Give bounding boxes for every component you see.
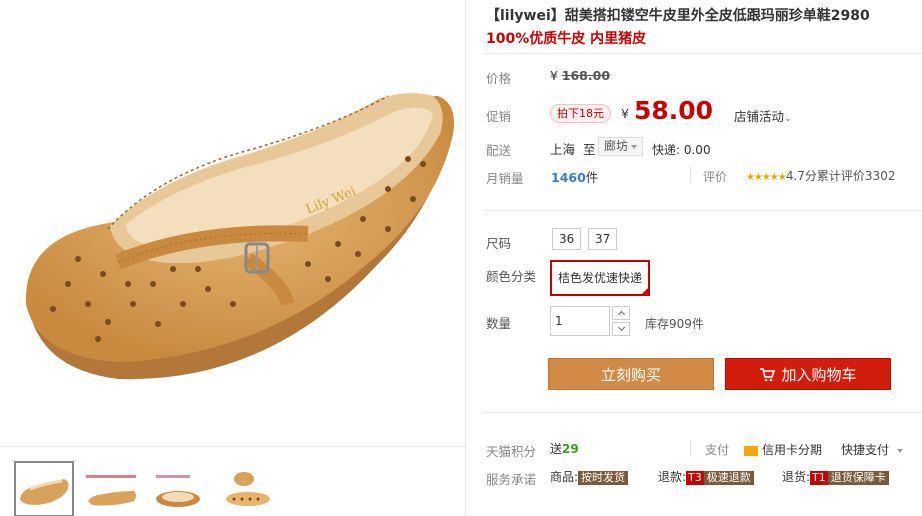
stepper-down-icon[interactable] [612,322,630,336]
divider [690,166,691,182]
divider [484,210,922,211]
thumbnail-1[interactable] [14,461,74,516]
current-price: 58.00 [634,96,714,125]
credit-installment[interactable]: 信用卡分期 [744,441,822,458]
refund-code: T3 [686,471,704,485]
divider [690,440,691,456]
goods-tag[interactable]: 按时发货 [578,471,629,485]
points-prefix: 送 [550,442,563,456]
monthly-sales-label: 月销量 [486,171,524,186]
size-label: 尺码 [486,236,512,251]
rating-label: 评价 [703,170,728,184]
currency-symbol: ¥ [550,68,558,83]
points-value: 29 [562,442,579,456]
color-option-selected[interactable]: 桔色发优速快递 [550,260,650,296]
refund-tag[interactable]: 极速退款 [703,471,754,485]
product-detail-panel: 【lilywei】甜美搭扣镂空牛皮里外全皮低跟玛丽珍单鞋2980 100%优质牛… [468,0,922,516]
express-fee: 快递: 0.00 [652,143,711,157]
divider [484,53,922,54]
check-corner-icon [640,286,650,296]
original-price-value: 168.00 [561,68,611,83]
rating-score: 4.7分 [785,169,817,183]
return-code: T1 [810,471,828,485]
product-main-image[interactable]: Lily Wei [8,4,464,444]
shipping-label: 配送 [486,143,512,158]
quantity-label: 数量 [486,316,512,331]
ship-from: 上海 至 [550,139,596,158]
return-tag[interactable]: 退货保障卡 [827,471,889,485]
color-option-label: 桔色发优速快递 [557,271,642,285]
chevron-down-icon [631,144,638,149]
service-return: 退货: T1 退货保障卡 [782,468,889,485]
stepper-up-icon[interactable] [612,306,630,320]
stock-count: 库存909件 [645,317,704,331]
credit-card-icon [744,445,758,456]
destination-selector[interactable]: 廊坊 [598,137,644,156]
monthly-sales: 1460件 [551,167,598,186]
goods-label: 商品: [550,470,579,484]
service-goods: 商品: 按时发货 [550,468,629,485]
points-reward: 送29 [550,440,579,457]
rating-stars-icon: ★★★★★ [746,172,787,183]
currency-symbol: ¥ [621,106,629,121]
price-label: 价格 [486,71,512,86]
quick-pay[interactable]: 快捷支付 [841,441,904,458]
payment-label: 支付 [705,443,730,457]
destination-city: 廊坊 [604,139,629,153]
size-option-37[interactable]: 37 [588,228,618,250]
store-activity-dropdown[interactable]: 店铺活动⌄ [734,106,792,125]
return-label: 退货: [782,470,811,484]
thumbnail-strip [0,446,466,516]
service-refund: 退款: T3 极速退款 [658,468,754,485]
points-label: 天猫积分 [486,444,537,459]
thumbnail-2[interactable] [84,461,144,516]
promo-badge: 拍下18元 [550,104,611,123]
divider [484,412,922,413]
original-price: ¥ 168.00 [550,68,610,83]
product-title: 【lilywei】甜美搭扣镂空牛皮里外全皮低跟玛丽珍单鞋2980 [486,8,870,24]
service-label: 服务承诺 [486,472,537,487]
rating-summary[interactable]: ★★★★★4.7分累计评价3302 [746,167,895,184]
ship-from-city: 上海 [550,142,576,157]
quantity-input[interactable] [550,306,610,336]
monthly-sales-count: 1460 [551,170,586,185]
monthly-sales-unit: 件 [585,170,599,185]
quick-pay-label: 快捷支付 [841,443,890,457]
refund-label: 退款: [658,470,687,484]
review-count: 累计评价3302 [816,169,896,183]
store-activity-label: 店铺活动 [734,109,785,124]
credit-installment-label: 信用卡分期 [762,443,823,457]
thumbnail-4[interactable] [222,461,282,516]
product-gallery: Lily Wei [0,0,466,516]
promo-label: 促销 [486,109,512,124]
add-to-cart-label: 加入购物车 [781,366,857,384]
product-subtitle: 100%优质牛皮 内里猪皮 [486,31,647,47]
color-label: 颜色分类 [486,269,537,284]
size-option-36[interactable]: 36 [552,228,582,250]
chevron-down-icon [897,448,904,453]
ship-to-word: 至 [583,142,596,157]
add-to-cart-button[interactable]: 加入购物车 [725,358,891,390]
buy-now-button[interactable]: 立刻购买 [548,358,714,390]
thumbnail-3[interactable] [152,461,212,516]
cart-icon [760,368,776,382]
chevron-down-icon: ⌄ [784,114,792,124]
